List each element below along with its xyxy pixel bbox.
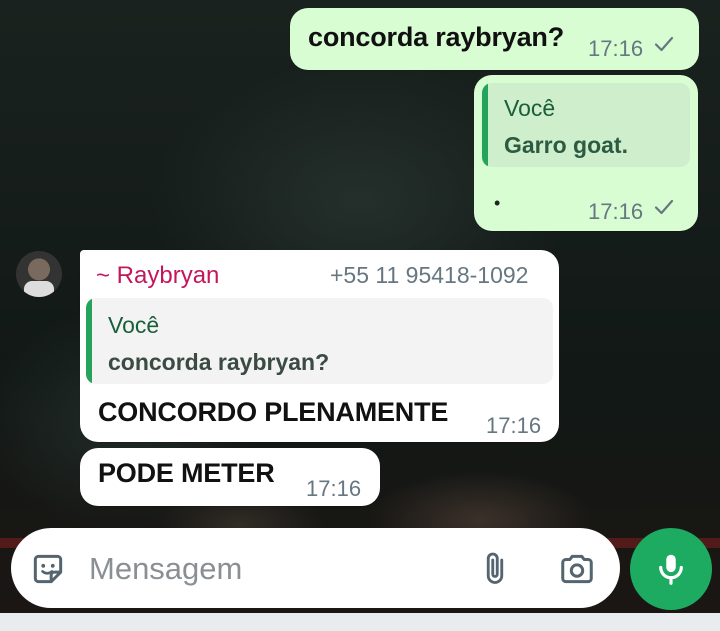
sender-name[interactable]: ~ Raybryan	[96, 262, 219, 290]
quote-text: concorda raybryan?	[108, 349, 330, 375]
quote-bar	[482, 83, 488, 167]
voice-message-button[interactable]	[630, 528, 712, 610]
avatar-shirt	[24, 281, 54, 297]
message-time: 17:16	[588, 199, 644, 224]
quoted-message[interactable]: Você concorda raybryan?	[86, 298, 553, 384]
outgoing-message[interactable]: concorda raybryan? 17:16	[290, 8, 699, 70]
incoming-message[interactable]: PODE METER 17:16	[80, 448, 380, 506]
incoming-reply-message[interactable]: ~ Raybryan +55 11 95418-1092 Você concor…	[80, 250, 559, 442]
outgoing-reply-message[interactable]: Você Garro goat. • 17:16	[474, 75, 698, 231]
quoted-message[interactable]: Você Garro goat.	[482, 83, 690, 167]
message-text: concorda raybryan?	[308, 22, 564, 52]
quote-bar	[86, 298, 92, 384]
message-text: CONCORDO PLENAMENTE	[98, 397, 449, 427]
message-time: 17:16	[588, 36, 644, 61]
message-composer	[11, 528, 620, 608]
sender-phone: +55 11 95418-1092	[330, 262, 529, 288]
system-navigation-bar	[0, 613, 720, 631]
message-text: PODE METER	[98, 458, 275, 488]
message-input[interactable]	[87, 542, 451, 596]
message-time: 17:16	[306, 476, 362, 501]
camera-icon[interactable]	[557, 550, 597, 593]
message-text: •	[494, 193, 501, 213]
message-time: 17:16	[486, 413, 542, 438]
paperclip-icon[interactable]	[477, 550, 513, 593]
check-icon	[652, 195, 676, 225]
check-icon	[652, 32, 676, 62]
sticker-icon[interactable]	[29, 550, 67, 593]
quote-text: Garro goat.	[504, 132, 628, 158]
quote-author: Você	[504, 95, 556, 121]
sender-avatar[interactable]	[16, 251, 62, 297]
quote-author: Você	[108, 312, 160, 338]
microphone-icon	[652, 549, 690, 594]
